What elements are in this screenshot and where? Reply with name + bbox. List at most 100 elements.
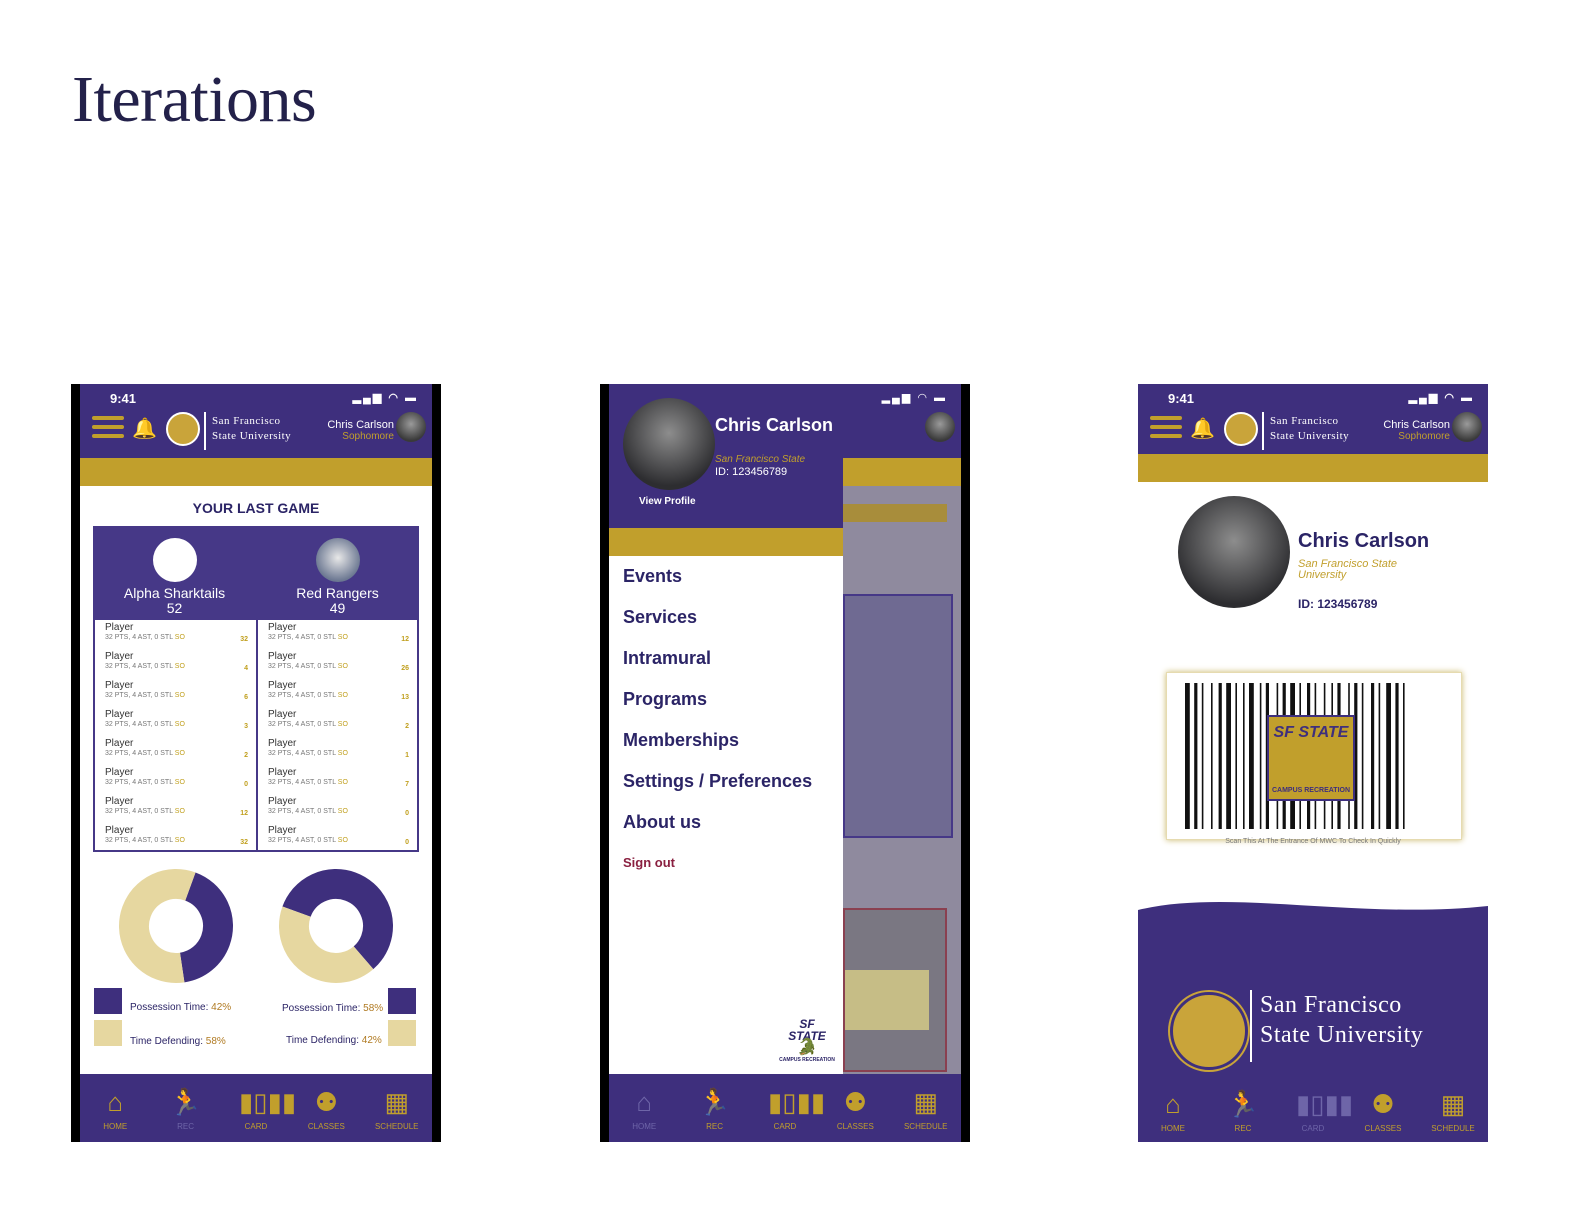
sign-out-link[interactable]: Sign out bbox=[623, 851, 812, 892]
app-header: 9:41 ▂▄▆ ◠ ▬ 🔔 San Francisco State Unive… bbox=[80, 384, 432, 458]
home-icon: ⌂ bbox=[107, 1086, 124, 1117]
menu-item-settings[interactable]: Settings / Preferences bbox=[623, 769, 812, 810]
university-line-2: State University bbox=[1270, 430, 1350, 442]
avatar[interactable] bbox=[1178, 496, 1290, 608]
player-row[interactable]: Player 32 PTS, 4 AST, 0 STL SO 0 bbox=[105, 768, 248, 797]
barcode-card[interactable]: SF STATE CAMPUS RECREATION bbox=[1166, 672, 1462, 840]
player-row[interactable]: Player 32 PTS, 4 AST, 0 STL SO 3 bbox=[105, 710, 248, 739]
menu-item-memberships[interactable]: Memberships bbox=[623, 728, 812, 769]
player-stats: 32 PTS, 4 AST, 0 STL SO bbox=[105, 779, 185, 786]
campus-recreation-logo: SF STATE 🐊 CAMPUS RECREATION bbox=[779, 1018, 835, 1066]
player-points: 2 bbox=[244, 752, 248, 759]
avatar[interactable] bbox=[623, 398, 715, 490]
player-row[interactable]: Player 32 PTS, 4 AST, 0 STL SO 4 bbox=[105, 652, 248, 681]
tab-home[interactable]: ⌂ HOME bbox=[85, 1086, 145, 1131]
tab-schedule[interactable]: ▦ SCHEDULE bbox=[896, 1086, 956, 1131]
player-points: 2 bbox=[405, 723, 409, 730]
tab-label: CLASSES bbox=[307, 1121, 345, 1131]
player-row[interactable]: Player 32 PTS, 4 AST, 0 STL SO 2 bbox=[105, 739, 248, 768]
player-stats: 32 PTS, 4 AST, 0 STL SO bbox=[105, 808, 185, 815]
header-user[interactable]: Chris Carlson Sophomore bbox=[1383, 420, 1450, 443]
defending-value-b: 42% bbox=[361, 1035, 382, 1046]
tab-classes[interactable]: ⚉ CLASSES bbox=[825, 1086, 885, 1131]
player-points: 7 bbox=[405, 781, 409, 788]
drawer-menu: Events Services Intramural Programs Memb… bbox=[623, 564, 812, 892]
player-points: 12 bbox=[240, 810, 248, 817]
tab-rec[interactable]: 🏃 REC bbox=[685, 1086, 745, 1131]
header-user-name: Chris Carlson bbox=[327, 419, 394, 431]
player-row[interactable]: Player 32 PTS, 4 AST, 0 STL SO 12 bbox=[268, 623, 409, 652]
menu-item-services[interactable]: Services bbox=[623, 605, 812, 646]
header-user[interactable]: Chris Carlson Sophomore bbox=[327, 419, 394, 443]
teams-header: Alpha Sharktails 52 Red Rangers 49 bbox=[93, 526, 419, 620]
player-row[interactable]: Player 32 PTS, 4 AST, 0 STL SO 12 bbox=[105, 797, 248, 826]
phone-mockup-game: 9:41 ▂▄▆ ◠ ▬ 🔔 San Francisco State Unive… bbox=[71, 384, 441, 1142]
player-name: Player bbox=[105, 825, 134, 836]
tab-home[interactable]: ⌂ HOME bbox=[1143, 1088, 1203, 1133]
card-user-id: ID: 123456789 bbox=[1298, 597, 1378, 611]
player-name: Player bbox=[268, 622, 297, 633]
avatar[interactable] bbox=[396, 412, 426, 442]
gold-banner bbox=[1138, 454, 1488, 482]
possession-value-a: 42% bbox=[211, 1002, 232, 1013]
barcode-bar bbox=[1235, 683, 1237, 829]
badge-text: SF STATE bbox=[1273, 724, 1349, 741]
player-points: 6 bbox=[244, 694, 248, 701]
player-name: Player bbox=[105, 767, 134, 778]
player-stats: 32 PTS, 4 AST, 0 STL SO bbox=[268, 721, 348, 728]
team-b-name: Red Rangers bbox=[296, 585, 379, 601]
possession-legend-a: Possession Time: 42% bbox=[130, 1002, 231, 1013]
tab-schedule[interactable]: ▦ SCHEDULE bbox=[367, 1086, 427, 1131]
drawer-user-name: Chris Carlson bbox=[715, 415, 834, 435]
player-row[interactable]: Player 32 PTS, 4 AST, 0 STL SO 0 bbox=[268, 797, 409, 826]
view-profile-link[interactable]: View Profile bbox=[639, 496, 696, 507]
dimmed-background-app[interactable]: ▂▄▆ ◠ ▬ bbox=[843, 384, 961, 1142]
player-row[interactable]: Player 32 PTS, 4 AST, 0 STL SO 26 bbox=[268, 652, 409, 681]
team-b[interactable]: Red Rangers 49 bbox=[256, 526, 419, 616]
tab-rec[interactable]: 🏃 REC bbox=[156, 1086, 216, 1131]
player-row[interactable]: Player 32 PTS, 4 AST, 0 STL SO 13 bbox=[268, 681, 409, 710]
tab-classes[interactable]: ⚉ CLASSES bbox=[296, 1086, 356, 1131]
menu-icon[interactable] bbox=[92, 416, 124, 440]
team-a[interactable]: Alpha Sharktails 52 bbox=[93, 526, 256, 616]
player-row[interactable]: Player 32 PTS, 4 AST, 0 STL SO 0 bbox=[268, 826, 409, 855]
player-row[interactable]: Player 32 PTS, 4 AST, 0 STL SO 32 bbox=[105, 623, 248, 652]
header-user-year: Sophomore bbox=[342, 431, 394, 442]
tab-label: SCHEDULE bbox=[374, 1121, 419, 1131]
menu-item-intramural[interactable]: Intramural bbox=[623, 646, 812, 687]
tab-card[interactable]: ▮▯▮▮ CARD bbox=[755, 1086, 826, 1131]
home-icon: ⌂ bbox=[636, 1086, 653, 1117]
barcode-bar bbox=[1194, 683, 1198, 829]
badge-subtext: CAMPUS RECREATION bbox=[1271, 787, 1351, 794]
menu-item-about[interactable]: About us bbox=[623, 810, 812, 851]
tab-schedule[interactable]: ▦ SCHEDULE bbox=[1423, 1088, 1483, 1133]
player-row[interactable]: Player 32 PTS, 4 AST, 0 STL SO 1 bbox=[268, 739, 409, 768]
barcode-icon: ▮▯▮▮ bbox=[767, 1086, 826, 1117]
barcode-bar bbox=[1361, 683, 1364, 829]
menu-item-programs[interactable]: Programs bbox=[623, 687, 812, 728]
bell-icon[interactable]: 🔔 bbox=[1190, 416, 1215, 441]
tab-home[interactable]: ⌂ HOME bbox=[614, 1086, 674, 1131]
menu-screen: ▂▄▆ ◠ ▬ Chris Carlson San Francisco Stat… bbox=[609, 384, 961, 1142]
signal-wifi-battery-icon: ▂▄▆ ◠ ▬ bbox=[1408, 392, 1474, 404]
tab-bar: ⌂ HOME 🏃 REC ▮▯▮▮ CARD ⚉ CLASSES ▦ SCHEDULE bbox=[609, 1074, 961, 1142]
player-row[interactable]: Player 32 PTS, 4 AST, 0 STL SO 7 bbox=[268, 768, 409, 797]
tab-card[interactable]: ▮▯▮▮ CARD bbox=[1283, 1088, 1353, 1133]
menu-item-events[interactable]: Events bbox=[623, 564, 812, 605]
team-b-score: 49 bbox=[329, 600, 346, 616]
menu-icon[interactable] bbox=[1150, 416, 1182, 440]
player-row[interactable]: Player 32 PTS, 4 AST, 0 STL SO 6 bbox=[105, 681, 248, 710]
player-stats: 32 PTS, 4 AST, 0 STL SO bbox=[105, 663, 185, 670]
player-row[interactable]: Player 32 PTS, 4 AST, 0 STL SO 2 bbox=[268, 710, 409, 739]
possession-donut-team-b bbox=[279, 869, 393, 983]
tab-rec[interactable]: 🏃 REC bbox=[1213, 1088, 1273, 1133]
tab-card[interactable]: ▮▯▮▮ CARD bbox=[226, 1086, 296, 1131]
university-wordmark-large: San Francisco State University bbox=[1250, 990, 1423, 1062]
avatar[interactable] bbox=[1452, 412, 1482, 442]
player-row[interactable]: Player 32 PTS, 4 AST, 0 STL SO 32 bbox=[105, 826, 248, 855]
player-points: 1 bbox=[405, 752, 409, 759]
player-stats: 32 PTS, 4 AST, 0 STL SO bbox=[105, 837, 185, 844]
tab-classes[interactable]: ⚉ CLASSES bbox=[1353, 1088, 1413, 1133]
university-wordmark: San Francisco State University bbox=[204, 412, 297, 450]
bell-icon[interactable]: 🔔 bbox=[132, 416, 157, 441]
